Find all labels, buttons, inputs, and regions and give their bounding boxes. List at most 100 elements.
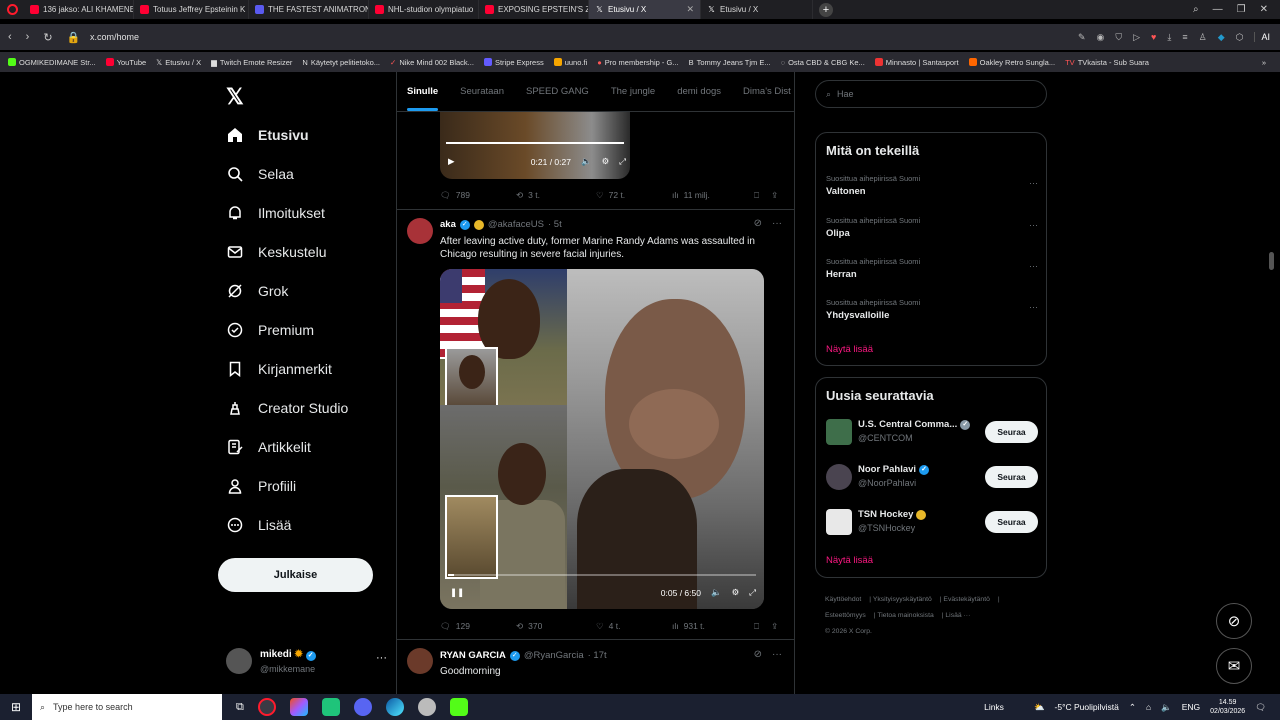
bookmark-button[interactable]: ⎕ xyxy=(754,190,759,201)
account-switcher[interactable]: mikedi ✹ ✓ @mikkemane ··· xyxy=(226,644,387,680)
tweet-handle[interactable]: @akafaceUS xyxy=(488,219,544,230)
footer-link[interactable]: Lisää ··· xyxy=(945,612,970,619)
bookmark-item[interactable]: 𝕏 Etusivu / X xyxy=(156,58,201,67)
steam-icon[interactable] xyxy=(417,698,436,716)
share-button[interactable]: ⇪ xyxy=(771,190,778,201)
nav-profile[interactable]: Profiili xyxy=(226,477,296,495)
nav-premium[interactable]: Premium xyxy=(226,321,314,339)
bookmark-item[interactable]: Stripe Express xyxy=(483,58,544,67)
like-button[interactable]: ♡ 4 t. xyxy=(596,621,672,632)
volume-icon[interactable]: 🔈 xyxy=(581,156,592,167)
nav-explore[interactable]: Selaa xyxy=(226,165,294,183)
grok-icon[interactable]: ⊘ xyxy=(754,649,762,660)
more-options-icon[interactable]: ··· xyxy=(772,218,782,229)
tab-list[interactable]: SPEED GANG xyxy=(526,86,589,97)
bookmark-item[interactable]: YouTube xyxy=(105,58,146,67)
bookmark-item[interactable]: TV TVkaista - Sub Suara xyxy=(1065,58,1149,67)
camera-icon[interactable]: ◉ xyxy=(1096,32,1104,43)
tab-list[interactable]: The jungle xyxy=(611,86,655,97)
bookmark-item[interactable]: ◌ Osta CBD & CBG Ke... xyxy=(781,58,865,67)
reply-button[interactable]: 🗨 129 xyxy=(440,621,516,632)
minimize-icon[interactable]: — xyxy=(1213,4,1223,15)
kick-icon[interactable] xyxy=(449,698,468,716)
close-tab-icon[interactable]: ✕ xyxy=(686,4,694,15)
video-progress[interactable] xyxy=(446,142,624,144)
notification-icon[interactable]: 🗨 xyxy=(1255,702,1266,713)
browser-tab[interactable]: 𝕏 Etusivu / X xyxy=(701,0,813,19)
volume-icon[interactable]: 🔈 xyxy=(1161,702,1172,713)
ai-button[interactable]: AI xyxy=(1254,32,1270,42)
close-window-icon[interactable]: ✕ xyxy=(1260,4,1268,15)
show-more-link[interactable]: Näytä lisää xyxy=(826,555,873,566)
trend-item[interactable]: Suosittua aihepiirissä Suomi Olipa ··· xyxy=(826,216,1038,239)
taskbar-search[interactable]: ⌕ Type here to search xyxy=(32,694,222,720)
extension-icon[interactable]: ◆ xyxy=(1218,32,1225,43)
more-options-icon[interactable]: ··· xyxy=(1029,220,1038,230)
tweet-time[interactable]: · 17t xyxy=(588,650,607,661)
browser-tab[interactable]: EXPOSING EPSTEIN'S ZOR xyxy=(479,0,589,19)
browser-tab[interactable]: NHL-studion olympiatuo xyxy=(369,0,479,19)
browser-tab-active[interactable]: 𝕏 Etusivu / X ✕ xyxy=(589,0,701,19)
show-more-link[interactable]: Näytä lisää xyxy=(826,344,873,355)
follow-button[interactable]: Seuraa xyxy=(985,466,1038,488)
views-button[interactable]: ılı 11 milj. xyxy=(672,190,754,200)
app-icon[interactable] xyxy=(321,698,340,716)
fullscreen-icon[interactable]: ⤢ xyxy=(749,587,756,598)
avatar[interactable] xyxy=(407,648,433,674)
grok-fab[interactable]: ⊘ xyxy=(1216,603,1252,639)
scrollbar-thumb[interactable] xyxy=(1269,252,1274,270)
footer-link[interactable]: Esteettömyys xyxy=(825,612,866,619)
bookmark-button[interactable]: ⎕ xyxy=(754,621,759,632)
repost-button[interactable]: ⟲ 370 xyxy=(516,621,596,632)
tab-following[interactable]: Seurataan xyxy=(460,86,504,97)
task-view-icon[interactable]: ⧉ xyxy=(236,701,244,714)
nav-articles[interactable]: Artikkelit xyxy=(226,438,311,456)
opera-menu-button[interactable] xyxy=(0,0,24,19)
nav-bookmarks[interactable]: Kirjanmerkit xyxy=(226,360,332,378)
bookmark-item[interactable]: ▆ Twitch Emote Resizer xyxy=(211,58,292,67)
volume-icon[interactable]: 🔈 xyxy=(711,587,722,598)
bookmark-item[interactable]: OGMIKEDIMANE Str... xyxy=(8,58,96,67)
trend-item[interactable]: Suosittua aihepiirissä Suomi Valtonen ··· xyxy=(826,174,1038,197)
bookmark-item[interactable]: B Tommy Jeans Tjm E... xyxy=(689,58,771,67)
like-button[interactable]: ♡ 72 t. xyxy=(596,190,672,201)
previous-video[interactable]: ▶ 0:21 / 0:27 🔈 ⚙ ⤢ xyxy=(440,112,630,179)
browser-tab[interactable]: Totuus Jeffrey Epsteinin K xyxy=(134,0,249,19)
send-icon[interactable]: ✎ xyxy=(1078,32,1086,43)
trend-item[interactable]: Suosittua aihepiirissä Suomi Yhdysvalloil… xyxy=(826,298,1038,321)
shield-icon[interactable]: ⛉ xyxy=(1115,32,1122,43)
more-options-icon[interactable]: ··· xyxy=(772,649,782,660)
new-tab-button[interactable]: + xyxy=(819,2,833,17)
tweet-handle[interactable]: @RyanGarcia xyxy=(524,650,584,661)
tab-list[interactable]: Dima's Dist xyxy=(743,86,791,97)
settings-icon[interactable]: ⚙ xyxy=(732,587,740,598)
bookmark-item[interactable]: ● Pro membership - G... xyxy=(597,58,678,67)
browser-tab[interactable]: THE FASTEST ANIMATRON xyxy=(249,0,369,19)
fullscreen-icon[interactable]: ⤢ xyxy=(619,156,626,167)
menu-icon[interactable]: ≡ xyxy=(1182,32,1187,42)
footer-link[interactable]: Tietoa mainoksista xyxy=(877,612,933,619)
bookmark-item[interactable]: uuno.fi xyxy=(553,58,587,67)
bookmark-item[interactable]: N Käytetyt pelitietoko... xyxy=(302,58,380,67)
nav-notifications[interactable]: Ilmoitukset xyxy=(226,204,325,222)
links-toolbar[interactable]: Links xyxy=(984,702,1004,712)
weather-text[interactable]: -5°C Puolipilvistä xyxy=(1055,702,1119,712)
bookmark-item[interactable]: Oakley Retro Sungla... xyxy=(968,58,1055,67)
x-logo-icon[interactable]: 𝕏 xyxy=(226,84,244,110)
language-indicator[interactable]: ENG xyxy=(1182,702,1200,712)
browser-tab[interactable]: 136 jakso: ALI KHAMENEI xyxy=(24,0,134,19)
tweet-video[interactable]: ❚❚ 0:05 / 6:50 🔈 ⚙ ⤢ xyxy=(440,269,764,609)
nav-more[interactable]: Lisää xyxy=(226,516,291,534)
chevron-up-icon[interactable]: ⌃ xyxy=(1129,702,1136,713)
account-icon[interactable]: ♙ xyxy=(1199,32,1207,43)
search-tabs-icon[interactable]: ⌕ xyxy=(1193,4,1199,15)
avatar[interactable] xyxy=(407,218,433,244)
tweet-author-name[interactable]: aka xyxy=(440,219,456,230)
tweet-author-name[interactable]: RYAN GARCIA xyxy=(440,650,506,661)
tweet-time[interactable]: · 5t xyxy=(548,219,562,230)
follow-button[interactable]: Seuraa xyxy=(985,421,1038,443)
clock[interactable]: 14.59 02/03/2026 xyxy=(1210,698,1245,716)
post-button[interactable]: Julkaise xyxy=(218,558,373,592)
footer-link[interactable]: Yksityisyyskäytäntö xyxy=(873,596,932,603)
play-icon[interactable]: ▷ xyxy=(1133,32,1140,43)
